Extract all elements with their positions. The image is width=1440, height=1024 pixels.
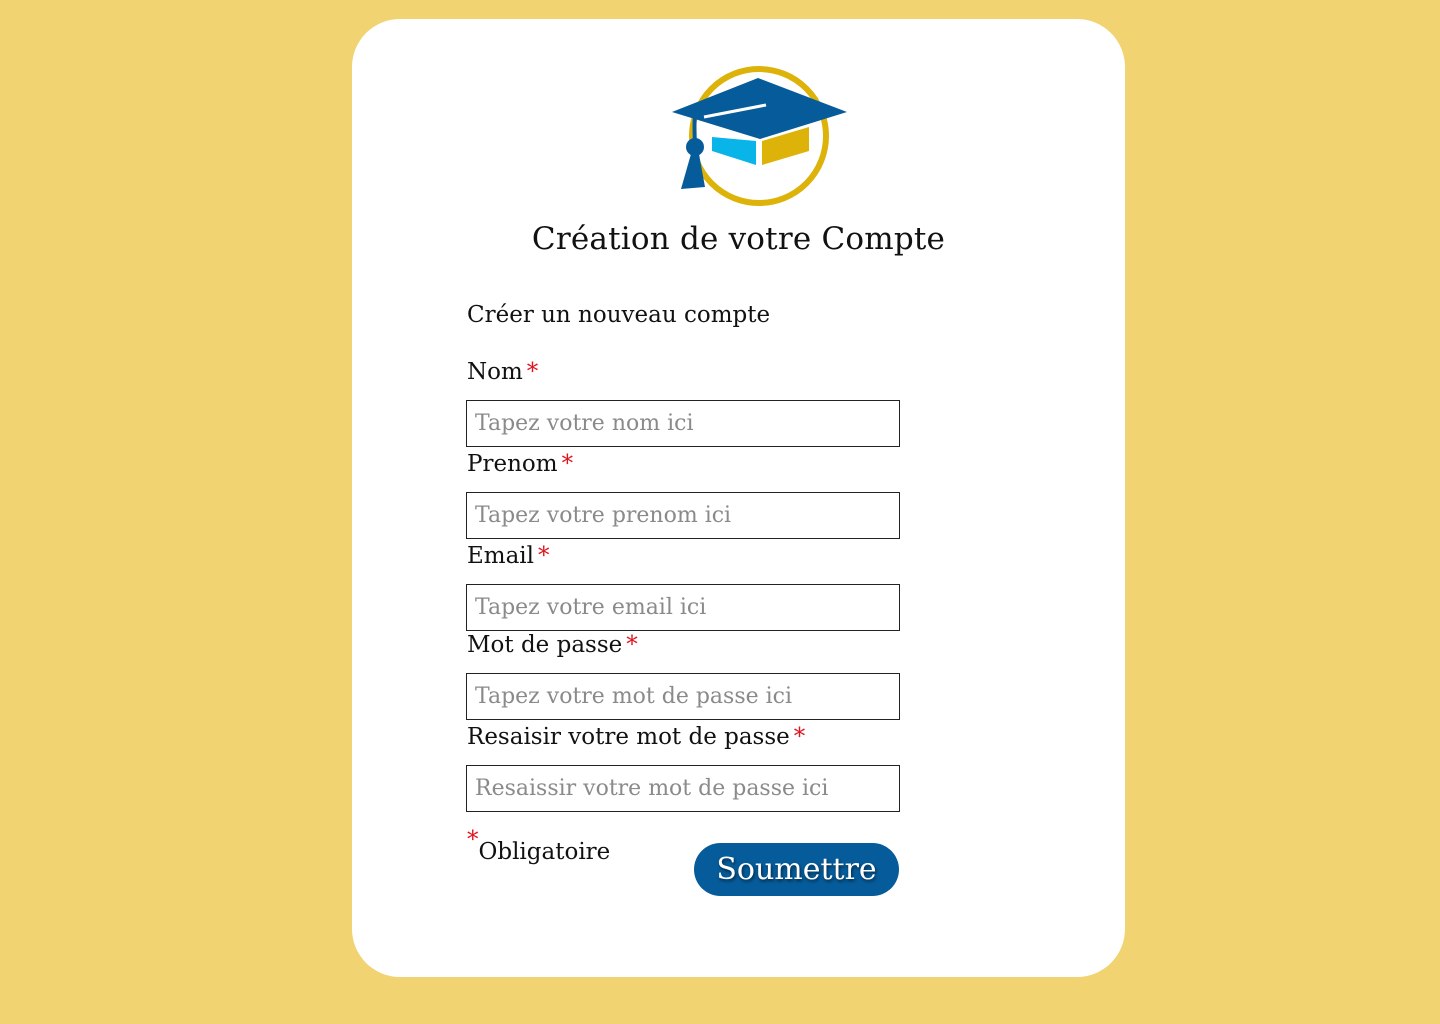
required-note: *Obligatoire bbox=[467, 827, 611, 865]
required-asterisk: * bbox=[793, 724, 806, 750]
password-confirm-input[interactable] bbox=[466, 765, 900, 812]
submit-button[interactable]: Soumettre bbox=[694, 843, 899, 896]
required-asterisk: * bbox=[561, 451, 574, 477]
password-confirm-label: Resaisir votre mot de passe * bbox=[467, 724, 805, 750]
nom-label-text: Nom bbox=[467, 359, 523, 385]
signup-card: Création de votre Compte Créer un nouvea… bbox=[352, 19, 1125, 977]
email-label-text: Email bbox=[467, 543, 535, 569]
prenom-input[interactable] bbox=[466, 492, 900, 539]
required-asterisk: * bbox=[626, 632, 638, 658]
nom-label: Nom * bbox=[467, 359, 538, 385]
password-label: Mot de passe * bbox=[467, 632, 638, 658]
password-input[interactable] bbox=[466, 673, 900, 720]
prenom-label-text: Prenom bbox=[467, 451, 558, 477]
page-title: Création de votre Compte bbox=[531, 221, 946, 257]
graduation-cap-logo-icon bbox=[672, 66, 847, 206]
form-subtitle: Créer un nouveau compte bbox=[467, 302, 771, 328]
required-asterisk: * bbox=[538, 543, 550, 569]
password-confirm-label-text: Resaisir votre mot de passe bbox=[467, 724, 790, 750]
password-label-text: Mot de passe bbox=[467, 632, 623, 658]
required-note-asterisk: * bbox=[467, 827, 479, 853]
required-note-text: Obligatoire bbox=[478, 839, 611, 865]
nom-input[interactable] bbox=[466, 400, 900, 447]
email-input[interactable] bbox=[466, 584, 900, 631]
email-label: Email * bbox=[467, 543, 550, 569]
prenom-label: Prenom * bbox=[467, 451, 573, 477]
required-asterisk: * bbox=[526, 359, 539, 385]
